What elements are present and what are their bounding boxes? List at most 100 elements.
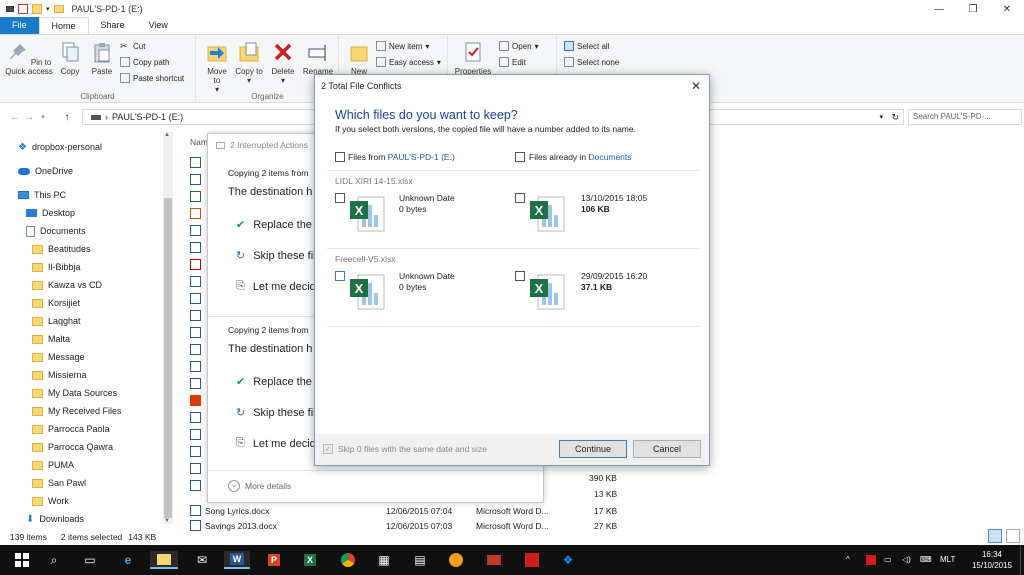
decide-files-option[interactable]: ⎘ Let me decid bbox=[236, 280, 316, 293]
tab-file[interactable]: File bbox=[0, 17, 39, 34]
keep-source-checkbox[interactable] bbox=[335, 271, 345, 281]
nav-item-folder[interactable]: Beatitudes bbox=[32, 241, 91, 257]
select-all-source-checkbox[interactable] bbox=[335, 152, 345, 162]
powerpoint-icon[interactable]: P bbox=[264, 551, 284, 569]
keyboard-icon[interactable]: ⌨ bbox=[920, 555, 932, 564]
select-all-button[interactable]: Select all bbox=[564, 41, 609, 51]
nav-scrollbar[interactable]: ▲ ▼ bbox=[163, 132, 173, 524]
word-file-icon[interactable] bbox=[190, 429, 201, 440]
address-dropdown-icon[interactable]: ▾ bbox=[879, 113, 883, 121]
replace-files-option[interactable]: ✔ Replace the bbox=[236, 218, 312, 232]
copy-button[interactable]: Copy bbox=[56, 41, 84, 76]
word-file-icon[interactable] bbox=[190, 276, 201, 287]
app-icon[interactable] bbox=[446, 551, 466, 569]
pin-quick-access-button[interactable]: Pin to Quick access bbox=[4, 41, 54, 76]
easy-access-button[interactable]: Easy access ▾ bbox=[376, 57, 441, 67]
replace-files-option[interactable]: ✔ Replace the bbox=[236, 375, 312, 389]
nav-item-onedrive[interactable]: OneDrive bbox=[18, 163, 73, 179]
excel-file-icon[interactable]: X bbox=[528, 193, 566, 235]
decide-files-option[interactable]: ⎘ Let me decid bbox=[236, 437, 316, 450]
keep-dest-checkbox[interactable] bbox=[515, 271, 525, 281]
nav-scrollbar-thumb[interactable] bbox=[164, 198, 172, 518]
rename-button[interactable]: Rename bbox=[301, 41, 335, 76]
word-file-icon[interactable] bbox=[190, 174, 201, 185]
mail-icon[interactable]: ✉ bbox=[192, 551, 212, 569]
nav-item-folder[interactable]: Message bbox=[32, 349, 85, 365]
app-icon[interactable] bbox=[484, 551, 504, 569]
edit-button[interactable]: Edit bbox=[499, 57, 526, 67]
nav-item-desktop[interactable]: Desktop bbox=[26, 205, 75, 221]
show-desktop-button[interactable] bbox=[1020, 545, 1024, 575]
minimize-button[interactable]: — bbox=[922, 0, 956, 18]
nav-item-folder[interactable]: Korsijiet bbox=[32, 295, 80, 311]
search-icon[interactable]: ⌕ bbox=[44, 551, 64, 569]
nav-item-folder[interactable]: San Pawl bbox=[32, 475, 86, 491]
nav-item-folder[interactable]: Parrocca Qawra bbox=[32, 439, 113, 455]
new-folder-icon[interactable] bbox=[32, 4, 42, 14]
keep-source-checkbox[interactable] bbox=[335, 193, 345, 203]
nav-item-folder[interactable]: Parrocca Paola bbox=[32, 421, 110, 437]
select-none-button[interactable]: Select none bbox=[564, 57, 619, 67]
calendar-icon[interactable]: ▤ bbox=[410, 551, 430, 569]
skip-same-files-option[interactable]: ✓ Skip 0 files with the same date and siz… bbox=[323, 444, 487, 454]
up-arrow-icon[interactable]: ↑ bbox=[60, 112, 74, 123]
cut-button[interactable]: ✂ Cut bbox=[120, 41, 145, 51]
nav-item-this-pc[interactable]: This PC bbox=[18, 187, 66, 203]
copy-to-button[interactable]: Copy to ▾ bbox=[235, 41, 263, 85]
word-file-icon[interactable] bbox=[190, 463, 201, 474]
windows-start-icon[interactable] bbox=[12, 551, 32, 569]
continue-button[interactable]: Continue bbox=[559, 440, 627, 458]
scroll-up-icon[interactable]: ▲ bbox=[164, 132, 170, 138]
word-file-icon[interactable] bbox=[190, 480, 201, 491]
acrobat-icon[interactable] bbox=[522, 551, 542, 569]
word-icon[interactable]: W bbox=[224, 551, 250, 569]
word-file-icon[interactable] bbox=[190, 412, 201, 423]
paste-button[interactable]: Paste bbox=[88, 41, 116, 76]
excel-file-icon[interactable] bbox=[190, 157, 201, 168]
new-item-button[interactable]: New item ▾ bbox=[376, 41, 429, 51]
open-button[interactable]: Open ▾ bbox=[499, 41, 539, 51]
skip-same-checkbox[interactable]: ✓ bbox=[323, 444, 333, 454]
word-file-icon[interactable] bbox=[190, 225, 201, 236]
documents-link[interactable]: Documents bbox=[589, 152, 632, 162]
file-explorer-icon[interactable] bbox=[150, 551, 178, 569]
volume-icon[interactable]: ◁) bbox=[902, 555, 911, 564]
task-view-icon[interactable]: ▭ bbox=[80, 551, 100, 569]
calculator-icon[interactable]: ▦ bbox=[374, 551, 394, 569]
tab-home[interactable]: Home bbox=[38, 17, 89, 34]
language-indicator[interactable]: MLT bbox=[940, 555, 955, 564]
properties-button[interactable]: Properties bbox=[453, 41, 493, 76]
close-button[interactable]: ✕ bbox=[990, 0, 1024, 18]
large-icons-view-icon[interactable] bbox=[1006, 529, 1020, 543]
pdf-file-icon[interactable] bbox=[190, 259, 201, 270]
details-view-icon[interactable] bbox=[988, 529, 1002, 543]
nav-item-folder[interactable]: Malta bbox=[32, 331, 70, 347]
forward-arrow-icon[interactable]: → bbox=[22, 112, 36, 123]
keep-dest-checkbox[interactable] bbox=[515, 193, 525, 203]
excel-file-icon[interactable]: X bbox=[348, 271, 386, 313]
breadcrumb-drive[interactable]: PAUL'S-PD-1 (E:) bbox=[112, 112, 183, 122]
word-file-icon[interactable] bbox=[190, 327, 201, 338]
move-to-button[interactable]: Move to ▾ bbox=[203, 41, 231, 94]
word-file-icon[interactable] bbox=[190, 310, 201, 321]
app-tray-icon[interactable] bbox=[866, 555, 876, 567]
office-file-icon[interactable] bbox=[190, 395, 201, 406]
word-file-icon[interactable] bbox=[190, 293, 201, 304]
nav-item-folder[interactable]: Laqghat bbox=[32, 313, 81, 329]
nav-item-folder[interactable]: PUMA bbox=[32, 457, 74, 473]
recent-dropdown-icon[interactable]: ▾ bbox=[36, 113, 50, 121]
excel-file-icon[interactable]: X bbox=[528, 271, 566, 313]
word-file-icon[interactable] bbox=[190, 344, 201, 355]
word-file-icon[interactable] bbox=[190, 242, 201, 253]
new-folder-button[interactable]: New bbox=[344, 41, 374, 76]
nav-item-documents[interactable]: Documents bbox=[26, 223, 86, 239]
nav-item-folder[interactable]: My Data Sources bbox=[32, 385, 117, 401]
nav-item-folder[interactable]: Missierna bbox=[32, 367, 87, 383]
word-file-icon[interactable] bbox=[190, 446, 201, 457]
clock[interactable]: 16:34 15/10/2015 bbox=[972, 549, 1012, 571]
word-file-icon[interactable] bbox=[190, 378, 201, 389]
tab-share[interactable]: Share bbox=[89, 17, 137, 34]
select-all-dest-checkbox[interactable] bbox=[515, 152, 525, 162]
cancel-button[interactable]: Cancel bbox=[633, 440, 701, 458]
powerpoint-file-icon[interactable] bbox=[190, 208, 201, 219]
